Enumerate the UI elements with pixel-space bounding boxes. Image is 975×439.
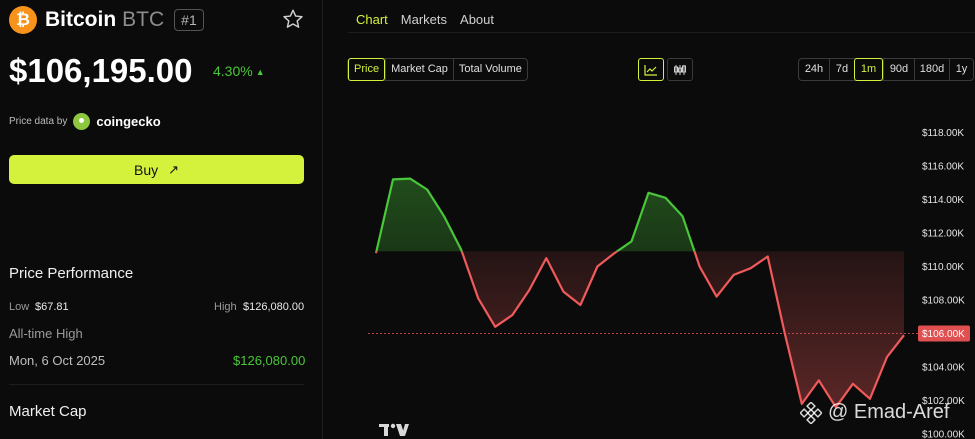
y-tick-label: $110.00K bbox=[922, 262, 964, 273]
y-tick-label: $104.00K bbox=[922, 363, 965, 374]
y-tick-label: $114.00K bbox=[922, 195, 964, 206]
binance-logo-icon bbox=[800, 401, 822, 424]
current-price-label: $106.00K bbox=[922, 329, 965, 340]
y-tick-label: $108.00K bbox=[922, 296, 965, 307]
y-tick-label: $118.00K bbox=[922, 128, 964, 139]
y-tick-label: $116.00K bbox=[922, 162, 964, 173]
area-below-baseline bbox=[376, 251, 904, 408]
price-chart[interactable]: $118.00K $116.00K $114.00K $112.00K $110.00K… bbox=[0, 0, 975, 439]
watermark: @ Emad-Aref bbox=[800, 401, 949, 424]
y-tick-label: $112.00K bbox=[922, 229, 964, 240]
watermark-text: @ Emad-Aref bbox=[828, 401, 950, 423]
tradingview-logo-icon bbox=[379, 423, 409, 436]
y-tick-label: $100.00K bbox=[922, 430, 965, 439]
